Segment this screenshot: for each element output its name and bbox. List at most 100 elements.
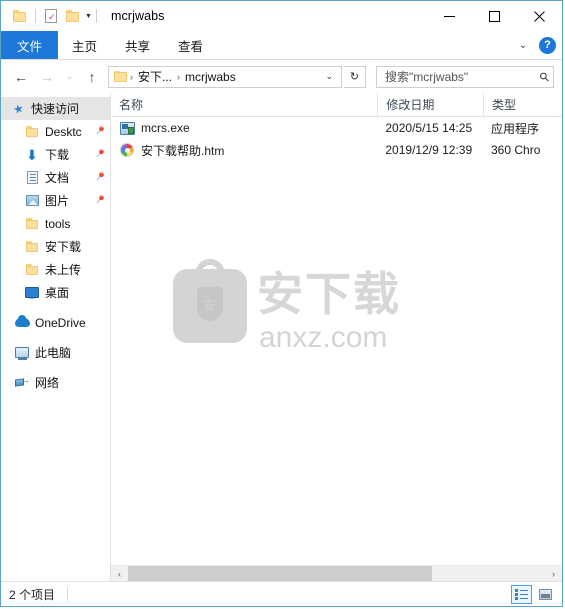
sidebar-item-pictures[interactable]: 图片 📍: [1, 189, 110, 212]
application-exe-icon: [119, 120, 135, 136]
star-icon: ★: [10, 100, 26, 117]
pin-icon: 📍: [92, 123, 108, 139]
status-divider: [67, 586, 69, 602]
sidebar-item-label: 未上传: [45, 263, 82, 277]
pin-icon: 📍: [92, 146, 108, 162]
sidebar-item-label: 安下载: [45, 240, 82, 254]
sidebar-item-weishangchuan[interactable]: 未上传: [1, 258, 110, 281]
sidebar-item-label: 文档: [45, 171, 70, 185]
help-button[interactable]: ?: [539, 36, 556, 54]
expand-ribbon-chevron-down-icon[interactable]: ⌄: [515, 40, 531, 51]
folder-icon: [23, 126, 41, 137]
large-icons-view-icon: [539, 588, 552, 600]
details-view-button[interactable]: [511, 584, 532, 604]
sidebar-item-quick-access[interactable]: ★ 快速访问: [1, 97, 110, 120]
column-header-type[interactable]: 类型: [483, 93, 562, 116]
table-row[interactable]: mcrs.exe 2020/5/15 14:25 应用程序: [111, 117, 562, 139]
sidebar-item-label: 快速访问: [31, 102, 80, 116]
table-row[interactable]: 安下载帮助.htm 2019/12/9 12:39 360 Chro: [111, 139, 562, 161]
column-headers: 名称 ^ 修改日期 类型: [111, 93, 562, 117]
file-name-label: 安下载帮助.htm: [141, 143, 225, 158]
search-input[interactable]: 搜索"mcrjwabs": [385, 68, 540, 85]
watermark-bag-shape: [173, 269, 247, 343]
maximize-icon: [489, 10, 500, 22]
close-button[interactable]: [517, 1, 562, 31]
sidebar-item-documents[interactable]: 文档 📍: [1, 166, 110, 189]
watermark-brand-text: 安下载: [257, 267, 401, 321]
folder-icon: [23, 264, 41, 275]
up-button[interactable]: ↑: [80, 65, 104, 89]
breadcrumb[interactable]: › 安下... › mcrjwabs ⌄: [108, 65, 342, 88]
tab-view[interactable]: 查看: [164, 31, 217, 59]
ribbon-tabs: 文件 主页 共享 查看 ⌄ ?: [1, 31, 562, 60]
sidebar-item-label: 桌面: [45, 286, 70, 300]
horizontal-scrollbar[interactable]: ‹ ›: [111, 565, 562, 581]
watermark-shield-badge: 安: [197, 287, 223, 321]
close-icon: [534, 10, 545, 22]
breadcrumb-separator-2: ›: [177, 71, 181, 82]
download-icon: ⬇: [26, 146, 38, 163]
sidebar-item-this-pc[interactable]: 此电脑: [1, 341, 110, 364]
scrollbar-track[interactable]: [128, 566, 545, 581]
forward-button[interactable]: →: [35, 65, 59, 89]
breadcrumb-chevron-down-icon[interactable]: ⌄: [319, 71, 339, 82]
chevron-down-icon[interactable]: ▼: [85, 13, 92, 20]
this-pc-icon: [13, 347, 31, 360]
scrollbar-thumb[interactable]: [128, 566, 433, 581]
pin-icon: 📍: [92, 192, 108, 208]
sidebar-item-onedrive[interactable]: OneDrive: [1, 311, 110, 334]
scroll-right-arrow-icon[interactable]: ›: [545, 566, 562, 581]
ribbon-right-controls: ⌄ ?: [515, 31, 556, 59]
qat-new-folder-icon[interactable]: [62, 5, 84, 27]
scroll-left-arrow-icon[interactable]: ‹: [111, 566, 128, 581]
qat-properties-icon[interactable]: ✓: [40, 5, 62, 27]
large-icons-view-button[interactable]: [535, 585, 556, 604]
sidebar-item-desktop[interactable]: 桌面: [1, 281, 110, 304]
column-header-date-modified[interactable]: 修改日期: [377, 93, 483, 116]
file-list-pane: 名称 ^ 修改日期 类型 mcrs.exe 2020/5/15 14:25: [111, 93, 562, 581]
maximize-button[interactable]: [472, 1, 517, 31]
pictures-icon: [23, 195, 41, 206]
view-mode-buttons: [511, 584, 556, 604]
tab-share[interactable]: 共享: [111, 31, 164, 59]
sidebar-item-desktop-pinned[interactable]: Desktc 📍: [1, 120, 110, 143]
folder-icon: [13, 10, 27, 22]
chrome-html-icon: [119, 142, 135, 158]
tab-home[interactable]: 主页: [58, 31, 111, 59]
file-type-cell: 360 Chro: [491, 143, 541, 157]
sort-ascending-icon: ^: [256, 93, 260, 95]
sidebar-item-downloads[interactable]: ⬇ 下载 📍: [1, 143, 110, 166]
tab-file[interactable]: 文件: [1, 31, 59, 59]
file-rows: mcrs.exe 2020/5/15 14:25 应用程序 安下载帮助.htm …: [111, 117, 562, 565]
sidebar-item-anxiazai[interactable]: 安下载: [1, 235, 110, 258]
sidebar-item-label: Desktc: [45, 124, 82, 139]
navigation-pane: ★ 快速访问 Desktc 📍 ⬇ 下载 📍 文档 📍 图片 📍 tools 安…: [1, 93, 111, 581]
explorer-window: ✓ ▼ mcrjwabs 文件 主页 共享 查看 ⌄ ? ← → ⌄ ↑ › 安…: [0, 0, 563, 607]
quick-access-toolbar: ✓ ▼ mcrjwabs: [1, 5, 165, 27]
status-bar: 2 个项目: [1, 581, 562, 606]
breadcrumb-item-0[interactable]: 安下...: [135, 68, 175, 85]
refresh-button[interactable]: ↻: [344, 65, 366, 88]
sidebar-item-label: 网络: [35, 376, 60, 390]
sidebar-item-tools[interactable]: tools: [1, 212, 110, 235]
breadcrumb-item-1[interactable]: mcrjwabs: [182, 70, 239, 84]
watermark-url-text: anxz.com: [259, 321, 388, 354]
file-name-cell: mcrs.exe: [111, 120, 377, 136]
file-date-cell: 2019/12/9 12:39: [385, 143, 473, 157]
search-box[interactable]: 搜索"mcrjwabs" ⚲: [376, 65, 554, 88]
watermark-logo: 安 安下载 anxz.com: [173, 259, 413, 364]
back-button[interactable]: ←: [9, 65, 33, 89]
file-date-cell: 2020/5/15 14:25: [385, 121, 473, 135]
column-header-name[interactable]: 名称 ^: [111, 93, 377, 116]
recent-locations-chevron-down-icon[interactable]: ⌄: [61, 65, 78, 89]
sidebar-item-network[interactable]: 网络: [1, 371, 110, 394]
qat-folder-icon[interactable]: [9, 5, 31, 27]
minimize-button[interactable]: [427, 1, 472, 31]
pin-icon: 📍: [92, 169, 108, 185]
minimize-icon: [444, 15, 455, 17]
new-folder-icon: [66, 10, 80, 22]
sidebar-item-label: 下载: [45, 148, 70, 162]
file-type-cell: 应用程序: [491, 121, 540, 136]
network-icon: [13, 375, 31, 388]
